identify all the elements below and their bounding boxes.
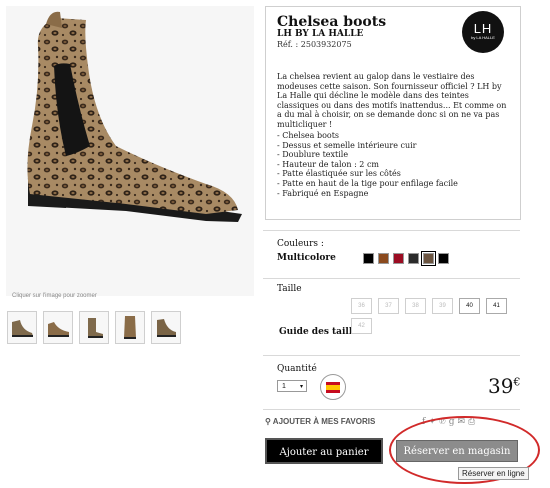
product-ref: Réf. : 2503932075 [277,40,352,49]
product-price: 39€ [488,374,520,398]
zoom-hint: Cliquer sur l'image pour zoomer [12,293,97,299]
size-option-41[interactable]: 41 [486,298,507,314]
price-amount: 39 [488,374,514,398]
size-option-40[interactable]: 40 [459,298,480,314]
hanger-icon: ⚲ [265,417,273,426]
color-swatch[interactable] [393,253,404,264]
product-description: La chelsea revient au galop dans le vest… [277,72,507,129]
selected-color-name: Multicolore [277,253,336,263]
price-currency: € [513,375,521,389]
size-option-42[interactable]: 42 [351,318,372,334]
divider [263,278,520,279]
feature-item: - Chelsea boots [277,131,340,140]
product-main-image[interactable] [6,6,254,296]
quantity-value: 1 [282,383,286,390]
feature-item: - Doublure textile [277,150,349,160]
feature-item: - Dessus et semelle intérieure cuir [277,140,417,150]
product-features: - Chelsea boots - Dessus et semelle inté… [277,131,458,198]
product-title: Chelsea boots [277,14,387,30]
made-in-spain-badge [320,374,346,400]
chevron-down-icon: ▾ [299,384,303,390]
product-brand[interactable]: LH BY LA HALLE [277,29,363,39]
divider [263,409,520,410]
size-option-39[interactable]: 39 [432,298,453,314]
thumbnail-1[interactable] [7,311,37,344]
thumbnail-3[interactable] [79,311,109,344]
color-swatch[interactable] [363,253,374,264]
color-swatch[interactable] [378,253,389,264]
boot-thumbnail-icon [157,319,176,337]
size-option-37[interactable]: 37 [378,298,399,314]
feature-item: - Hauteur de talon : 2 cm [277,159,380,169]
thumbnail-2[interactable] [43,311,73,344]
boot-image [27,11,242,222]
feature-item: - Patte en haut de la tige pour enfilage… [277,178,458,188]
color-swatch[interactable] [421,251,436,266]
divider [263,230,520,231]
logo-subtext: by LA HALLE [471,35,495,40]
feature-item: - Fabriqué en Espagne [277,188,369,198]
thumbnail-4[interactable] [115,311,145,344]
size-option-38[interactable]: 38 [405,298,426,314]
boot-thumbnail-icon [124,316,136,339]
brand-logo: LH by LA HALLE [462,11,504,53]
quantity-select[interactable]: 1 ▾ [277,380,307,392]
favorites-label: AJOUTER À MES FAVORIS [272,417,376,426]
divider [263,355,520,356]
quantity-label: Quantité [277,364,317,374]
boot-thumbnail-icon [88,318,103,338]
color-swatch[interactable] [408,253,419,264]
color-swatch[interactable] [438,253,449,264]
size-option-36[interactable]: 36 [351,298,372,314]
tooltip: Réserver en ligne [458,467,529,480]
boot-thumbnail-icon [12,320,33,337]
feature-item: - Patte élastiquée sur les côtés [277,169,401,179]
size-label: Taille [277,284,302,294]
thumbnail-5[interactable] [151,311,181,344]
colors-label: Couleurs : [277,239,324,249]
logo-text: LH [473,21,493,36]
add-to-cart-button[interactable]: Ajouter au panier [265,438,383,464]
boot-thumbnail-icon [48,322,69,337]
add-to-favorites[interactable]: ⚲ AJOUTER À MES FAVORIS [265,417,375,426]
spain-flag-icon [326,382,340,393]
